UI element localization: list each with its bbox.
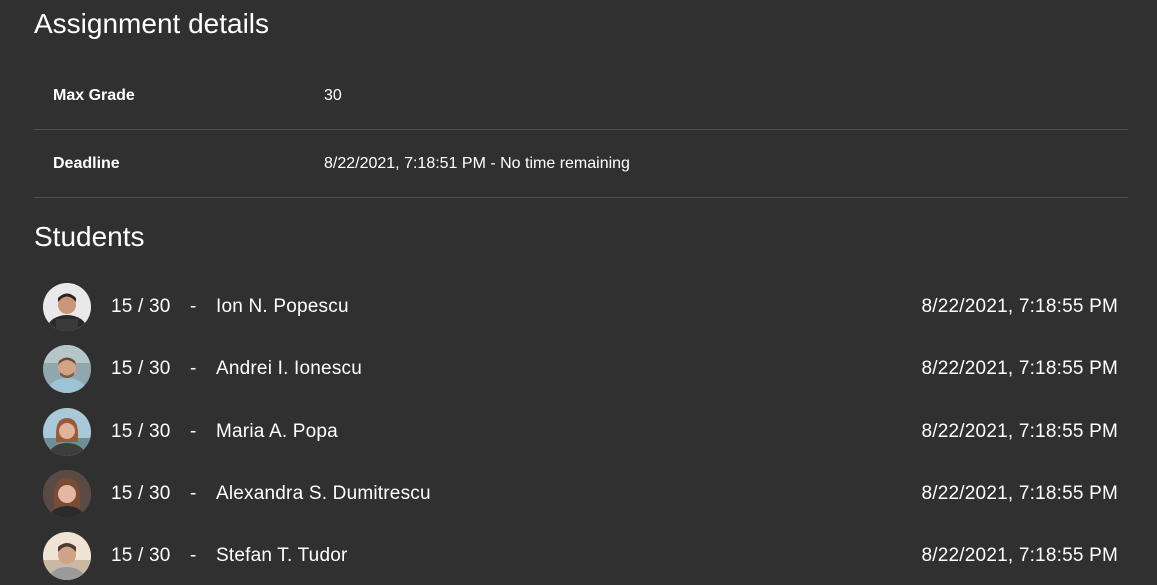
avatar-photo [43,345,91,394]
separator: - [190,420,197,442]
max-grade-label: Max Grade [53,87,135,104]
student-name: Maria A. Popa [216,420,338,442]
student-row[interactable]: 15 / 30 - Maria A. Popa 8/22/2021, 7:18:… [34,401,1128,463]
avatar-photo [43,469,91,518]
student-grade: 15 / 30 [111,296,171,317]
student-grade: 15 / 30 [111,420,171,442]
student-row[interactable]: 15 / 30 - Alexandra S. Dumitrescu 8/22/2… [34,463,1128,525]
student-row[interactable]: 15 / 30 - Andrei I. Ionescu 8/22/2021, 7… [34,338,1128,400]
student-avatar [43,345,91,394]
separator: - [190,482,197,504]
separator: - [190,296,197,317]
student-grade: 15 / 30 [111,358,171,380]
detail-row-max-grade: Max Grade 30 [34,62,1128,130]
submission-time: 8/22/2021, 7:18:55 PM [921,358,1118,380]
submission-time: 8/22/2021, 7:18:55 PM [921,296,1118,317]
deadline-label: Deadline [53,155,120,172]
student-avatar [43,407,91,456]
avatar-photo [43,283,91,331]
submission-time: 8/22/2021, 7:18:55 PM [921,482,1118,504]
student-avatar [43,469,91,518]
separator: - [190,545,197,567]
student-grade: 15 / 30 [111,545,171,567]
detail-row-deadline: Deadline 8/22/2021, 7:18:51 PM - No time… [34,130,1128,198]
student-avatar [43,283,91,331]
students-list: 15 / 30 - Ion N. Popescu 8/22/2021, 7:18… [34,276,1128,585]
assignment-details-title: Assignment details [34,8,270,39]
student-name: Alexandra S. Dumitrescu [216,482,431,504]
student-avatar [43,532,91,581]
assignment-page: Assignment details Max Grade 30 Deadline… [0,0,1157,585]
separator: - [190,358,197,380]
avatar-photo [43,407,91,456]
student-grade: 15 / 30 [111,482,171,504]
student-name: Ion N. Popescu [216,296,349,317]
students-title: Students [34,221,145,252]
avatar-photo [43,532,91,581]
submission-time: 8/22/2021, 7:18:55 PM [921,545,1118,567]
student-name: Andrei I. Ionescu [216,358,362,380]
student-name: Stefan T. Tudor [216,545,348,567]
assignment-details-table: Max Grade 30 Deadline 8/22/2021, 7:18:51… [34,62,1128,198]
submission-time: 8/22/2021, 7:18:55 PM [921,420,1118,442]
deadline-value: 8/22/2021, 7:18:51 PM - No time remainin… [324,155,630,172]
student-row[interactable]: 15 / 30 - Ion N. Popescu 8/22/2021, 7:18… [34,276,1128,338]
max-grade-value: 30 [324,87,342,104]
student-row[interactable]: 15 / 30 - Stefan T. Tudor 8/22/2021, 7:1… [34,525,1128,585]
